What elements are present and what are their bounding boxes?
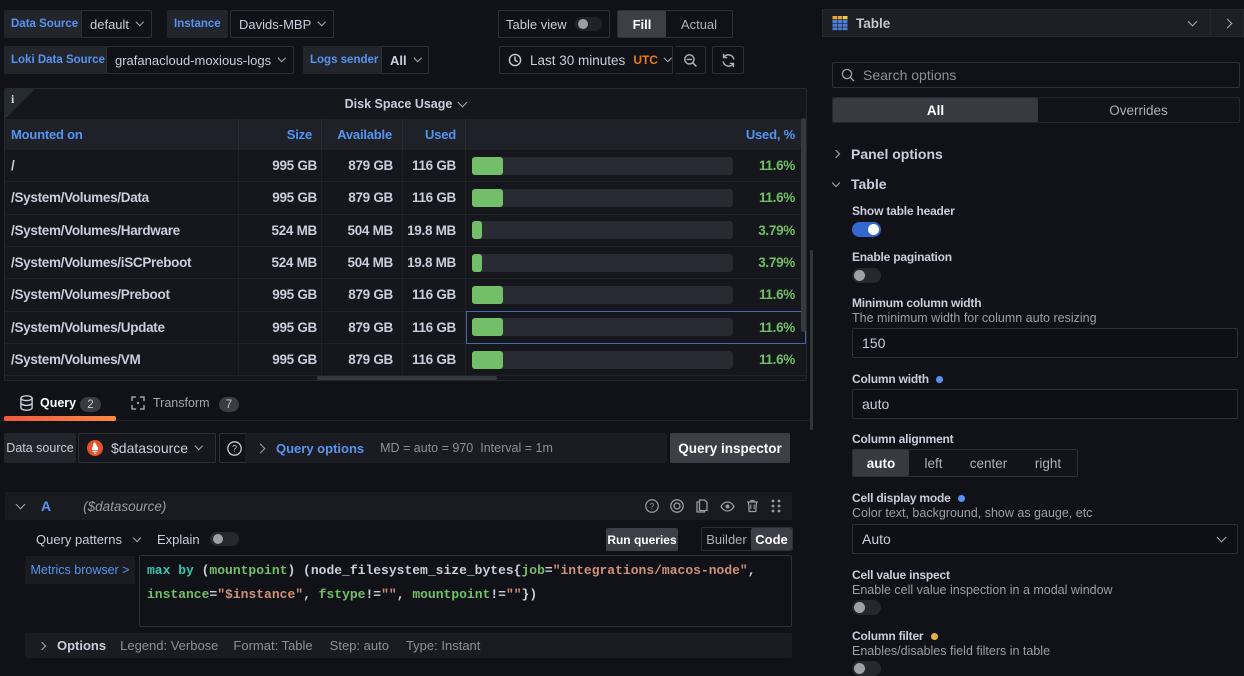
svg-text:?: ? — [650, 501, 655, 511]
svg-text:?: ? — [231, 443, 236, 453]
